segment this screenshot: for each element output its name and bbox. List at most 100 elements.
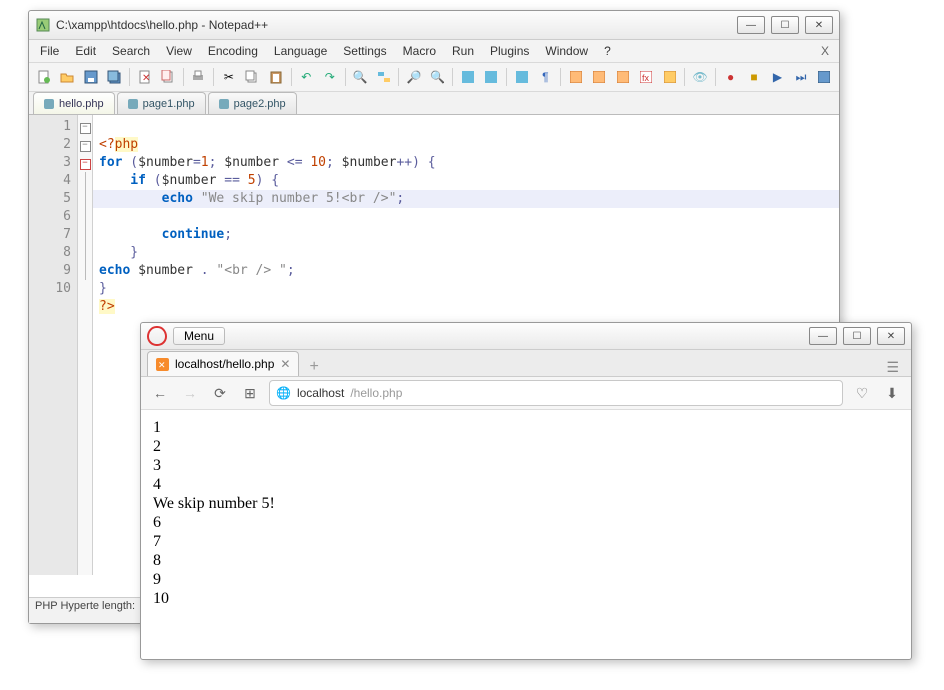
titlebar[interactable]: C:\xampp\htdocs\hello.php - Notepad++ ― … [29,11,839,40]
fast-play-icon[interactable]: ⏭ [790,66,811,88]
output-line: 6 [153,513,899,532]
minimize-button[interactable]: ― [809,327,837,345]
browser-window: Menu ― ☐ ✕ ✕ localhost/hello.php ✕ + ☰ ←… [140,322,912,660]
sync-v-icon[interactable] [457,66,478,88]
browser-nav-bar: ← → ⟳ ⊞ 🌐 localhost/hello.php ♡ ⬇ [141,377,911,410]
menu-close-icon[interactable]: X [815,44,835,58]
replace-icon[interactable] [373,66,394,88]
menu-search[interactable]: Search [105,42,157,60]
zoom-in-icon[interactable]: 🔎 [403,66,424,88]
folder-margin-icon[interactable] [612,66,633,88]
browser-tab-title: localhost/hello.php [175,357,274,371]
file-tab-page2[interactable]: page2.php [208,92,297,114]
browser-menu-button[interactable]: Menu [173,327,225,345]
open-file-icon[interactable] [56,66,77,88]
minimize-button[interactable]: ― [737,16,765,34]
menu-bar: File Edit Search View Encoding Language … [29,40,839,63]
fold-toggle-icon[interactable]: − [80,141,91,152]
show-all-icon[interactable]: ¶ [535,66,556,88]
save-all-icon[interactable] [103,66,124,88]
fold-gutter: − − − [78,115,93,575]
browser-tab[interactable]: ✕ localhost/hello.php ✕ [147,351,299,376]
new-tab-icon[interactable]: + [303,358,324,376]
file-tab-bar: hello.php page1.php page2.php [29,92,839,115]
svg-text:fx: fx [642,73,650,83]
file-tab-hello[interactable]: hello.php [33,92,115,114]
save-icon[interactable] [80,66,101,88]
menu-view[interactable]: View [159,42,199,60]
zoom-out-icon[interactable]: 🔍 [427,66,448,88]
lang-indent-icon[interactable] [589,66,610,88]
xampp-icon: ✕ [156,358,169,371]
menu-file[interactable]: File [33,42,66,60]
app-icon [35,17,51,33]
window-title: C:\xampp\htdocs\hello.php - Notepad++ [56,18,737,32]
record-icon[interactable]: ● [720,66,741,88]
find-icon[interactable]: 🔍 [349,66,370,88]
svg-text:✕: ✕ [142,73,150,84]
svg-text:✕: ✕ [158,360,166,370]
doc-map-icon[interactable] [659,66,680,88]
close-file-icon[interactable]: ✕ [134,66,155,88]
print-icon[interactable] [188,66,209,88]
new-file-icon[interactable] [33,66,54,88]
maximize-button[interactable]: ☐ [843,327,871,345]
menu-window[interactable]: Window [538,42,595,60]
sync-h-icon[interactable] [481,66,502,88]
menu-settings[interactable]: Settings [336,42,393,60]
menu-plugins[interactable]: Plugins [483,42,536,60]
bookmark-button[interactable]: ♡ [851,382,873,404]
func-list-icon[interactable]: fx [636,66,657,88]
output-line: 10 [153,589,899,608]
maximize-button[interactable]: ☐ [771,16,799,34]
redo-icon[interactable]: ↷ [319,66,340,88]
url-host: localhost [297,386,344,400]
browser-titlebar[interactable]: Menu ― ☐ ✕ [141,323,911,350]
close-button[interactable]: ✕ [877,327,905,345]
play-icon[interactable]: ▶ [767,66,788,88]
speed-dial-icon[interactable]: ⊞ [239,382,261,404]
output-line: 8 [153,551,899,570]
address-bar[interactable]: 🌐 localhost/hello.php [269,380,843,406]
menu-macro[interactable]: Macro [396,42,443,60]
menu-edit[interactable]: Edit [68,42,103,60]
close-button[interactable]: ✕ [805,16,833,34]
monitor-icon[interactable]: 👁 [689,66,710,88]
indent-guide-icon[interactable] [565,66,586,88]
tab-menu-icon[interactable]: ☰ [880,359,905,376]
stop-icon[interactable]: ■ [743,66,764,88]
page-content: 1 2 3 4 We skip number 5! 6 7 8 9 10 [141,410,911,616]
tab-close-icon[interactable]: ✕ [280,357,290,371]
back-button[interactable]: ← [149,382,171,404]
forward-button[interactable]: → [179,382,201,404]
copy-icon[interactable] [242,66,263,88]
cut-icon[interactable]: ✂ [218,66,239,88]
downloads-button[interactable]: ⬇ [881,382,903,404]
file-tab-label: page1.php [143,98,195,110]
output-line: 7 [153,532,899,551]
file-icon [128,99,138,109]
menu-help[interactable]: ? [597,42,618,60]
output-line: 2 [153,437,899,456]
browser-tab-bar: ✕ localhost/hello.php ✕ + ☰ [141,350,911,377]
opera-icon [147,326,167,346]
undo-icon[interactable]: ↶ [296,66,317,88]
output-line: 1 [153,418,899,437]
url-path: /hello.php [350,386,402,400]
output-line: 3 [153,456,899,475]
save-macro-icon[interactable] [814,66,835,88]
fold-toggle-icon[interactable]: − [80,123,91,134]
output-line: 9 [153,570,899,589]
output-line: 4 [153,475,899,494]
close-all-icon[interactable] [157,66,178,88]
output-line: We skip number 5! [153,494,899,513]
reload-button[interactable]: ⟳ [209,382,231,404]
fold-toggle-icon[interactable]: − [80,159,91,170]
menu-language[interactable]: Language [267,42,334,60]
wrap-icon[interactable] [511,66,532,88]
menu-encoding[interactable]: Encoding [201,42,265,60]
file-tab-page1[interactable]: page1.php [117,92,206,114]
line-number-gutter: 12345678910 [29,115,78,575]
paste-icon[interactable] [265,66,286,88]
menu-run[interactable]: Run [445,42,481,60]
